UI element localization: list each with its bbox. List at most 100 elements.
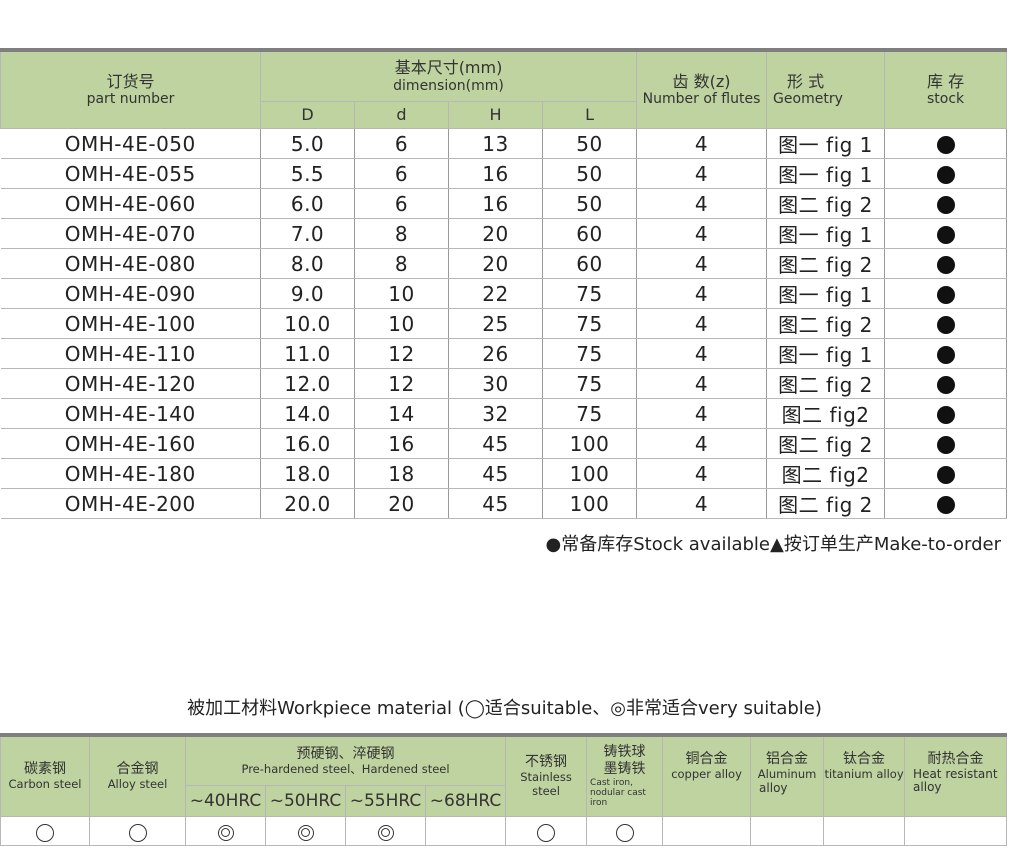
stock-available-icon <box>936 136 955 154</box>
copper-alloy-header: 铜合金 copper alloy <box>662 734 752 817</box>
cell-part: OMH-4E-080 <box>0 248 261 279</box>
cell-d: 8.0 <box>260 248 355 279</box>
cell-stock <box>884 278 1008 309</box>
cast-iron-header: 铸铁球 墨铸铁 Cast iron, nodular cast iron <box>586 734 664 817</box>
cell-z: 4 <box>636 128 768 159</box>
suitability-cell <box>0 816 90 846</box>
cell-part: OMH-4E-120 <box>0 368 261 399</box>
cell-z: 4 <box>636 218 768 249</box>
cell-fig: 图二 fig 2 <box>766 368 886 399</box>
cell-part: OMH-4E-180 <box>0 458 261 489</box>
stock-available-icon <box>936 496 955 514</box>
cell-l: 100 <box>542 428 638 459</box>
cell-z: 4 <box>636 488 768 519</box>
stock-available-icon <box>936 166 955 184</box>
cell-fig: 图一 fig 1 <box>766 278 886 309</box>
cell-l: 50 <box>542 158 638 189</box>
table-row: OMH-4E-200 20.0 20 45 100 4 图二 fig 2 <box>0 488 1008 519</box>
cell-d: 20.0 <box>260 488 355 519</box>
cell-z: 4 <box>636 248 768 279</box>
cell-d: 14.0 <box>260 398 355 429</box>
cell-fig: 图二 fig 2 <box>766 248 886 279</box>
suitability-cell <box>424 816 507 846</box>
cell-h: 26 <box>448 338 543 369</box>
cell-z: 4 <box>636 278 768 309</box>
very-suitable-icon <box>297 824 314 841</box>
cell-fig: 图一 fig 1 <box>766 158 886 189</box>
titanium-alloy-header: 钛合金 titanium alloy <box>823 734 906 817</box>
hrc-55-header: ~55HRC <box>345 785 426 817</box>
carbon-steel-header: 碳素钢 Carbon steel <box>0 734 90 817</box>
cell-z: 4 <box>636 188 768 219</box>
table-row: OMH-4E-080 8.0 8 20 60 4 图二 fig 2 <box>0 248 1008 279</box>
cell-part: OMH-4E-200 <box>0 488 261 519</box>
cell-h: 45 <box>448 458 543 489</box>
cell-h: 32 <box>448 398 543 429</box>
cell-stock <box>884 158 1008 189</box>
cell-part: OMH-4E-160 <box>0 428 261 459</box>
stock-header: 库 存 stock <box>884 49 1008 129</box>
stock-available-icon <box>936 196 955 214</box>
dim-D-header: D <box>260 101 355 129</box>
suitable-icon <box>128 823 147 842</box>
hrc-50-header: ~50HRC <box>265 785 346 817</box>
suitable-icon <box>537 823 556 842</box>
cell-stock <box>884 188 1008 219</box>
cell-z: 4 <box>636 308 768 339</box>
cell-d: 5.5 <box>260 158 355 189</box>
cell-fig: 图二 fig2 <box>766 458 886 489</box>
stock-available-icon <box>936 436 955 454</box>
cell-d: 9.0 <box>260 278 355 309</box>
cell-l: 100 <box>542 488 638 519</box>
cell-stock <box>884 248 1008 279</box>
table-row: OMH-4E-050 5.0 6 13 50 4 图一 fig 1 <box>0 128 1008 159</box>
dim-H-header: H <box>448 101 543 129</box>
suitable-icon <box>36 823 54 842</box>
cell-d: 11.0 <box>260 338 355 369</box>
cell-d: 6 <box>354 188 449 219</box>
table-row: OMH-4E-140 14.0 14 32 75 4 图二 fig2 <box>0 398 1008 429</box>
cell-part: OMH-4E-070 <box>0 218 261 249</box>
suitability-row <box>0 816 1008 846</box>
dim-L-header: L <box>541 101 638 129</box>
cell-d: 6.0 <box>260 188 355 219</box>
cell-d: 10 <box>354 308 449 339</box>
dim-d-header: d <box>354 101 449 129</box>
cell-stock <box>884 308 1008 339</box>
cell-l: 75 <box>542 278 638 309</box>
cell-h: 45 <box>448 488 543 519</box>
aluminum-alloy-header: 铝合金 Aluminum alloy <box>750 734 825 817</box>
cell-h: 20 <box>448 248 543 279</box>
part-number-header: 订货号 part number <box>0 49 261 129</box>
suitability-cell <box>904 816 1008 846</box>
cell-l: 100 <box>542 458 638 489</box>
suitability-cell <box>265 816 346 846</box>
cell-fig: 图二 fig2 <box>766 398 886 429</box>
cell-z: 4 <box>636 428 768 459</box>
cell-d: 14 <box>354 398 449 429</box>
table-row: OMH-4E-060 6.0 6 16 50 4 图二 fig 2 <box>0 188 1008 219</box>
hrc-68-header: ~68HRC <box>424 785 507 817</box>
cell-part: OMH-4E-055 <box>0 158 261 189</box>
suitability-cell <box>662 816 752 846</box>
stock-available-icon <box>936 226 955 244</box>
cell-z: 4 <box>636 158 768 189</box>
stock-available-icon <box>936 406 955 424</box>
stock-available-icon <box>936 466 955 484</box>
cell-d: 18 <box>354 458 449 489</box>
table-row: OMH-4E-110 11.0 12 26 75 4 图一 fig 1 <box>0 338 1008 369</box>
cell-z: 4 <box>636 398 768 429</box>
cell-fig: 图一 fig 1 <box>766 128 886 159</box>
cell-z: 4 <box>636 458 768 489</box>
cell-part: OMH-4E-110 <box>0 338 261 369</box>
cell-l: 75 <box>542 338 638 369</box>
cell-l: 60 <box>542 248 638 279</box>
dimension-header: 基本尺寸(mm) dimension(mm) <box>259 49 638 102</box>
cell-h: 16 <box>448 158 543 189</box>
alloy-steel-header: 合金钢 Alloy steel <box>89 734 186 817</box>
cell-d: 8 <box>354 248 449 279</box>
flutes-header: 齿 数(z) Number of flutes <box>636 49 768 129</box>
hardened-steel-header: 预硬钢、淬硬钢 Pre-hardened steel、Hardened steel <box>184 734 507 786</box>
cell-fig: 图一 fig 1 <box>766 338 886 369</box>
cell-h: 22 <box>448 278 543 309</box>
